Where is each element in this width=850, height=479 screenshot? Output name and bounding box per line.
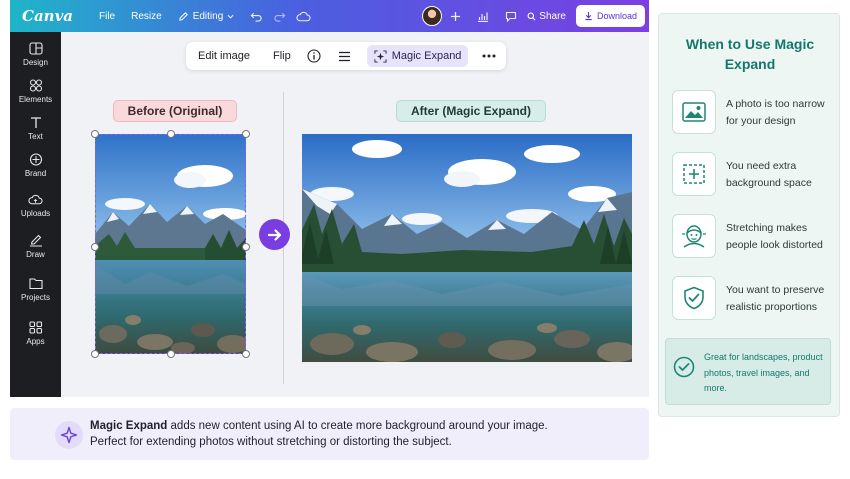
sidebar-item-label: Brand: [24, 169, 47, 178]
resize-handle[interactable]: [91, 130, 99, 138]
pencil-icon: [178, 11, 188, 21]
comment-icon[interactable]: [505, 11, 517, 22]
uploads-icon: [28, 194, 43, 205]
brand-icon: [29, 153, 42, 166]
text-icon: [30, 117, 41, 128]
image-toolbar: Edit image Flip Magic Expand: [186, 42, 506, 70]
left-sidebar: Design Elements Text Brand Uploads Draw …: [10, 32, 61, 397]
sidebar-item-label: Draw: [26, 250, 45, 259]
tip-text: Stretching makes people look distorted: [726, 222, 823, 251]
tip-text: You want to preserve realistic proportio…: [726, 284, 825, 313]
check-circle-icon: [673, 356, 695, 383]
shield-check-icon: [672, 276, 716, 320]
resize-handle[interactable]: [167, 130, 175, 138]
sidebar-item-design[interactable]: Design: [10, 42, 61, 67]
canva-logo[interactable]: Canva: [22, 7, 73, 25]
analytics-icon[interactable]: [477, 11, 489, 22]
align-menu-icon[interactable]: [338, 51, 351, 62]
after-label: After (Magic Expand): [396, 100, 546, 122]
search-icon: [527, 12, 536, 20]
expanded-photo[interactable]: [302, 134, 632, 362]
resize-handle[interactable]: [91, 243, 99, 251]
elements-icon: [29, 79, 42, 92]
magic-expand-icon: [374, 49, 387, 63]
sidebar-item-label: Apps: [26, 337, 45, 346]
draw-icon: [29, 234, 42, 247]
download-icon: [585, 11, 592, 21]
design-icon: [28, 42, 43, 55]
top-bar-right: Share Download: [422, 5, 649, 27]
panel-title: When to Use Magic Expand: [685, 36, 815, 72]
sidebar-item-uploads[interactable]: Uploads: [10, 193, 61, 218]
sidebar-item-elements[interactable]: Elements: [10, 79, 61, 104]
selection-box[interactable]: [95, 134, 246, 354]
resize-handle[interactable]: [242, 130, 250, 138]
info-line2: Perfect for extending photos without str…: [90, 436, 452, 448]
sidebar-item-label: Design: [23, 58, 48, 67]
distorted-face-icon: [672, 214, 716, 258]
undo-icon[interactable]: [250, 10, 263, 22]
sidebar-item-brand[interactable]: Brand: [10, 153, 61, 178]
magic-expand-label: Magic Expand: [391, 50, 462, 62]
editing-mode-dropdown[interactable]: Editing: [178, 11, 235, 22]
expand-frame-icon: [672, 152, 716, 196]
image-icon: [672, 90, 716, 134]
before-label: Before (Original): [113, 100, 237, 122]
download-label: Download: [596, 11, 637, 21]
arrow-right-icon: [259, 219, 290, 250]
top-bar: Canva File Resize Editing Share Download: [10, 0, 649, 32]
file-menu[interactable]: File: [99, 11, 115, 22]
share-label: Share: [539, 10, 566, 22]
sidebar-item-projects[interactable]: Projects: [10, 277, 61, 302]
sidebar-item-text[interactable]: Text: [10, 116, 61, 141]
sparkle-icon: [55, 421, 83, 449]
editing-label: Editing: [192, 10, 224, 22]
flip-button[interactable]: Flip: [273, 50, 291, 62]
share-button[interactable]: Share: [527, 11, 566, 22]
sidebar-item-label: Text: [28, 132, 43, 141]
info-bold: Magic Expand: [90, 420, 168, 432]
more-options-icon[interactable]: [482, 54, 496, 58]
magic-expand-button[interactable]: Magic Expand: [366, 45, 469, 67]
note-text: Great for landscapes, product photos, tr…: [704, 352, 823, 393]
edit-image-button[interactable]: Edit image: [198, 50, 250, 62]
plus-icon[interactable]: [450, 11, 461, 22]
resize-handle[interactable]: [91, 350, 99, 358]
sidebar-item-label: Elements: [18, 95, 53, 104]
sidebar-item-label: Uploads: [20, 209, 51, 218]
apps-icon: [28, 321, 42, 334]
chevron-down-icon: [227, 14, 234, 19]
resize-menu[interactable]: Resize: [131, 11, 162, 22]
info-line1: adds new content using AI to create more…: [167, 420, 548, 432]
redo-icon[interactable]: [273, 10, 286, 22]
resize-handle[interactable]: [167, 350, 175, 358]
sidebar-item-label: Projects: [21, 293, 50, 302]
info-text: Magic Expand adds new content using AI t…: [90, 418, 548, 450]
cloud-sync-icon[interactable]: [296, 11, 311, 22]
sidebar-item-apps[interactable]: Apps: [10, 321, 61, 346]
resize-handle[interactable]: [242, 243, 250, 251]
tip-text: You need extra background space: [726, 160, 812, 189]
folder-icon: [28, 278, 43, 290]
avatar[interactable]: [422, 6, 443, 26]
sidebar-item-draw[interactable]: Draw: [10, 234, 61, 259]
info-icon[interactable]: [307, 49, 321, 63]
download-button[interactable]: Download: [575, 5, 645, 27]
tip-text: A photo is too narrow for your design: [726, 98, 825, 127]
resize-handle[interactable]: [242, 350, 250, 358]
